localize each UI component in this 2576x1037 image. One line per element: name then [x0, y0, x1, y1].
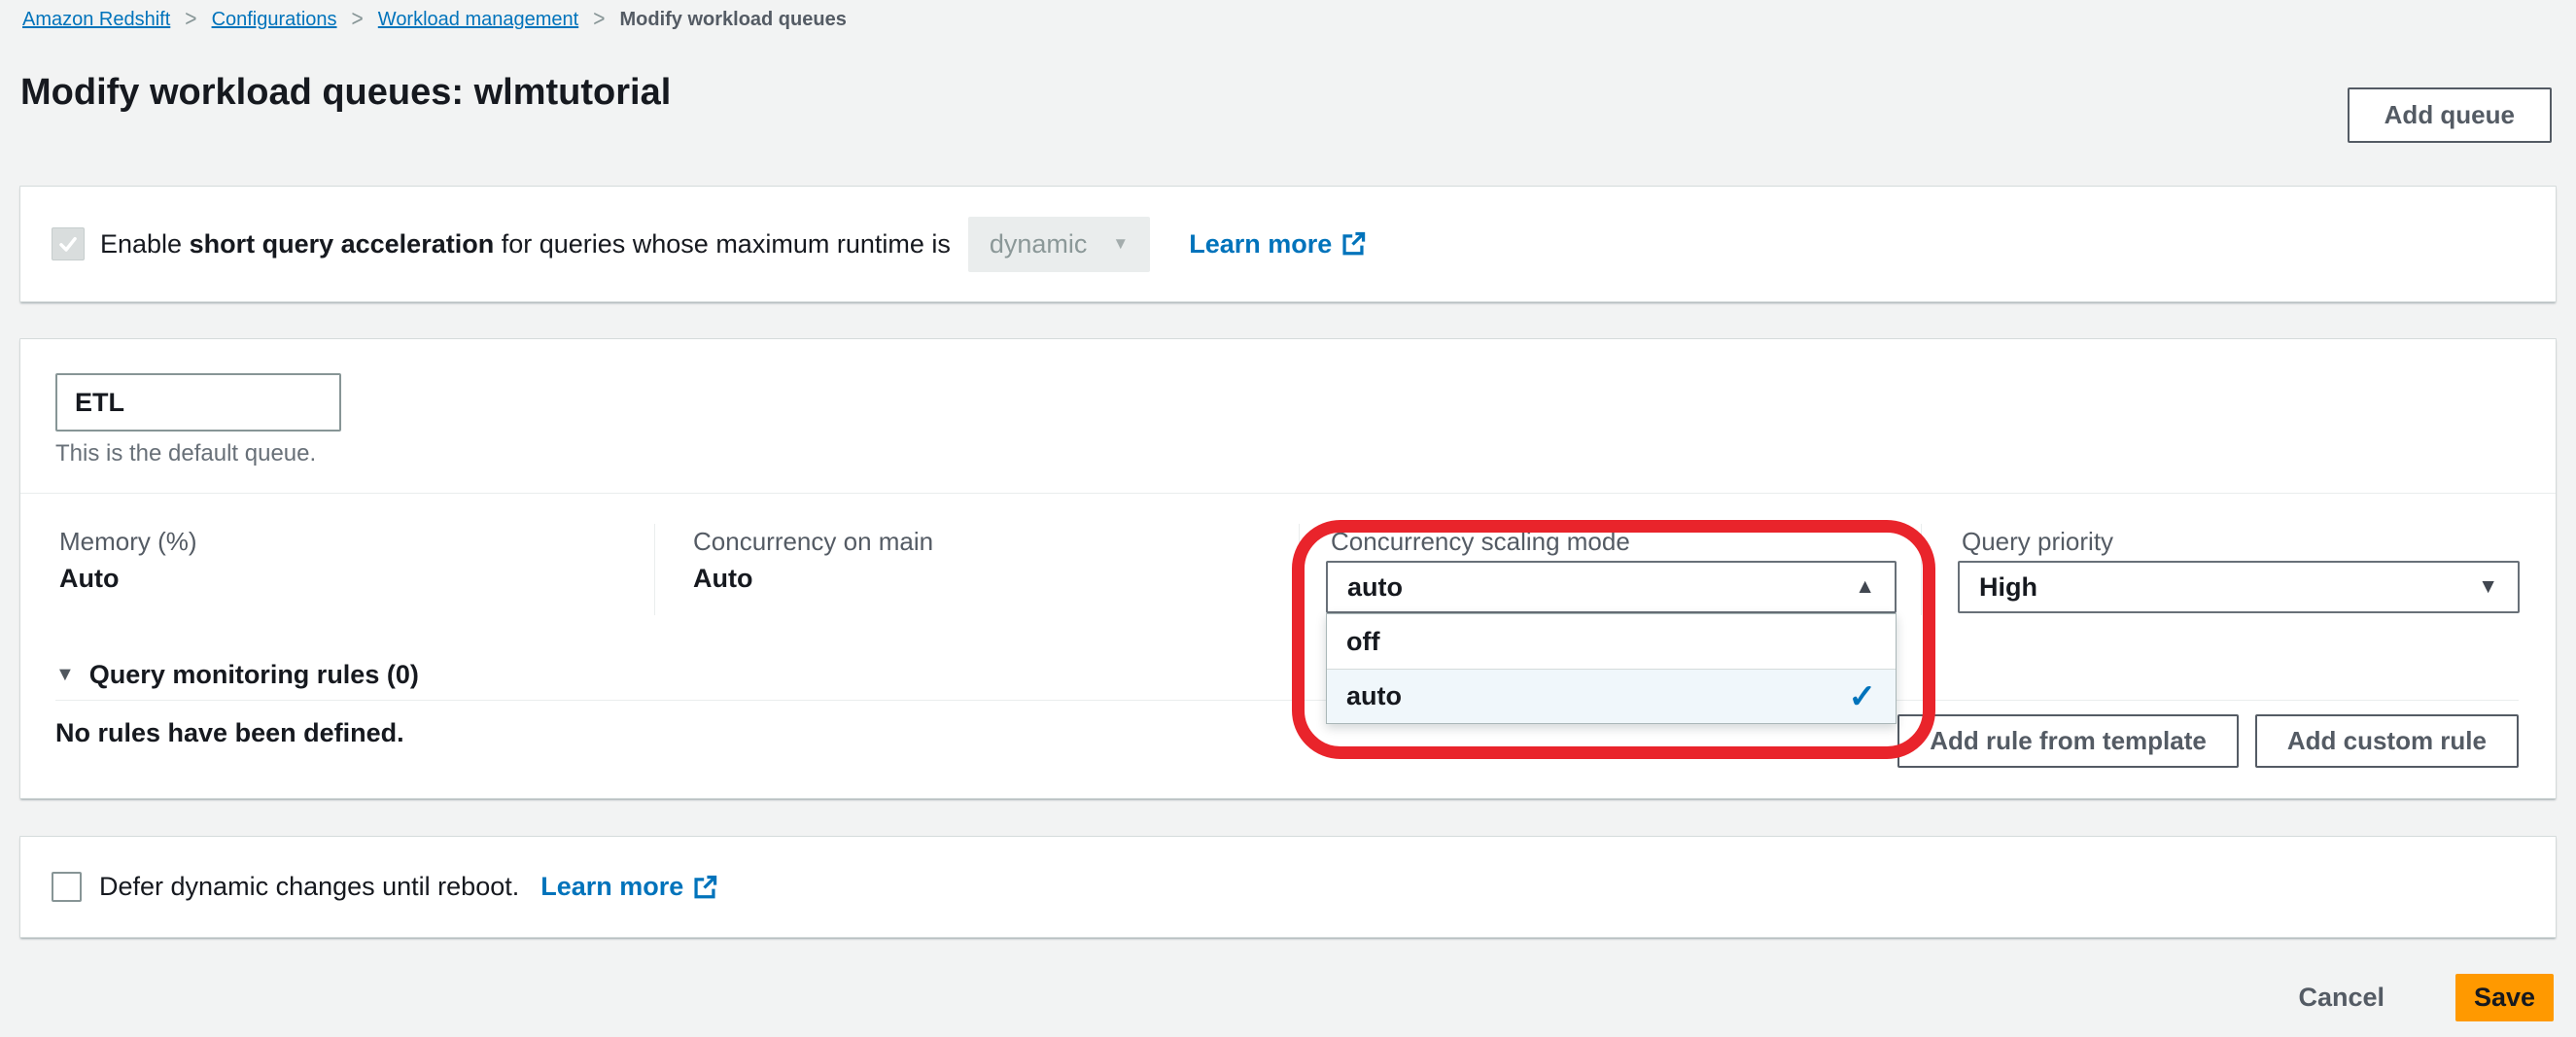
dropdown-option-auto-selected[interactable]: auto ✓ [1327, 669, 1896, 723]
cancel-button[interactable]: Cancel [2298, 983, 2385, 1013]
caret-down-icon: ▼ [2478, 575, 2498, 598]
sqa-checkbox-checked-disabled [52, 227, 85, 260]
memory-label: Memory (%) [59, 527, 197, 556]
defer-checkbox-unchecked[interactable] [52, 872, 82, 902]
breadcrumb-separator: > [593, 6, 606, 32]
concurrency-on-main-label: Concurrency on main [693, 527, 934, 556]
dropdown-option-off[interactable]: off [1327, 614, 1896, 669]
concurrency-on-main-value: Auto [693, 564, 753, 593]
breadcrumb-link-amazon-redshift[interactable]: Amazon Redshift [22, 9, 170, 31]
check-icon [59, 236, 77, 252]
sqa-learn-more-link[interactable]: Learn more [1189, 229, 1366, 259]
breadcrumb-current-page: Modify workload queues [619, 8, 847, 30]
queue-helper-text: This is the default queue. [55, 440, 317, 467]
external-link-icon [694, 875, 717, 898]
query-priority-label: Query priority [1962, 527, 2114, 556]
divider [20, 493, 2556, 494]
caret-up-icon: ▲ [1855, 575, 1875, 598]
add-queue-button[interactable]: Add queue [2347, 87, 2552, 143]
save-button[interactable]: Save [2455, 974, 2554, 1021]
memory-value: Auto [59, 564, 120, 593]
breadcrumb-link-workload-management[interactable]: Workload management [378, 9, 578, 31]
query-monitoring-rules-expander[interactable]: ▼ Query monitoring rules (0) [55, 660, 419, 690]
defer-changes-panel: Defer dynamic changes until reboot. Lear… [19, 836, 2557, 938]
concurrency-scaling-mode-select[interactable]: auto ▲ [1326, 561, 1897, 613]
breadcrumb: Amazon Redshift > Configurations > Workl… [22, 6, 847, 32]
triangle-down-icon: ▼ [55, 664, 75, 685]
sqa-label: Enable short query acceleration for quer… [100, 228, 951, 259]
defer-label: Defer dynamic changes until reboot. [99, 872, 520, 901]
breadcrumb-link-configurations[interactable]: Configurations [212, 9, 337, 31]
divider [55, 700, 2519, 701]
defer-learn-more-link[interactable]: Learn more [540, 872, 717, 902]
no-rules-text: No rules have been defined. [55, 718, 404, 747]
divider [1299, 524, 1300, 615]
caret-down-icon: ▼ [1112, 234, 1130, 253]
concurrency-scaling-mode-dropdown: off auto ✓ [1326, 613, 1897, 724]
add-custom-rule-button[interactable]: Add custom rule [2254, 714, 2519, 768]
sqa-runtime-select-disabled: dynamic ▼ [967, 216, 1151, 272]
breadcrumb-separator: > [351, 6, 364, 32]
qmr-button-group: Add rule from template Add custom rule [1897, 714, 2519, 768]
divider [1921, 524, 1922, 615]
divider [654, 524, 655, 615]
query-monitoring-rules-title: Query monitoring rules (0) [88, 660, 419, 689]
queue-name-input[interactable] [55, 373, 341, 432]
external-link-icon [1342, 231, 1366, 256]
add-rule-from-template-button[interactable]: Add rule from template [1897, 714, 2239, 768]
query-priority-select[interactable]: High ▼ [1958, 561, 2520, 613]
concurrency-scaling-mode-label: Concurrency scaling mode [1331, 527, 1630, 556]
queue-editor-panel: This is the default queue. Memory (%) Au… [19, 338, 2557, 799]
page-title: Modify workload queues: wlmtutorial [20, 72, 672, 113]
breadcrumb-separator: > [185, 6, 197, 32]
short-query-acceleration-panel: Enable short query acceleration for quer… [19, 186, 2557, 302]
